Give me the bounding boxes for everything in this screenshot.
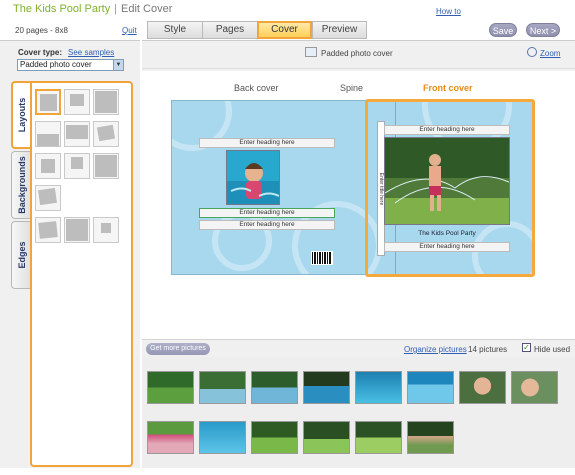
layout-thumb[interactable] (35, 121, 61, 147)
pictures-tray-header: Get more pictures Organize pictures 14 p… (142, 339, 575, 357)
picture-thumb[interactable] (147, 421, 194, 454)
picture-thumb[interactable] (251, 421, 298, 454)
picture-count: 14 pictures (468, 345, 508, 354)
layout-thumb[interactable] (35, 185, 61, 211)
picture-thumb[interactable] (407, 371, 454, 404)
layout-thumb[interactable] (35, 89, 61, 115)
left-panel: Cover type: See samples Padded photo cov… (0, 40, 140, 475)
tab-style[interactable]: Style (147, 21, 202, 39)
picture-thumb[interactable] (511, 371, 558, 404)
swimmer-photo-icon (227, 151, 279, 204)
picture-thumb[interactable] (407, 421, 454, 454)
layout-thumb[interactable] (93, 217, 119, 243)
cover-type-value: Padded photo cover (20, 60, 92, 69)
back-heading-2[interactable]: Enter heading here (199, 208, 335, 218)
back-heading-1[interactable]: Enter heading here (199, 138, 335, 148)
vtab-layouts-label: Layouts (17, 97, 27, 133)
zoom-icon[interactable] (527, 47, 537, 57)
picture-thumb[interactable] (355, 421, 402, 454)
picture-thumb[interactable] (303, 371, 350, 404)
picture-thumb[interactable] (199, 421, 246, 454)
tab-cover[interactable]: Cover (257, 21, 312, 39)
layout-thumb[interactable] (93, 121, 119, 147)
project-title: The Kids Pool Party (13, 3, 111, 15)
picture-thumb[interactable] (147, 371, 194, 404)
vtab-edges[interactable]: Edges (11, 221, 31, 289)
layout-thumb[interactable] (35, 153, 61, 179)
barcode-icon (311, 251, 333, 265)
layout-thumb[interactable] (93, 89, 119, 115)
title-bar: The Kids Pool Party | Edit Cover How to (0, 0, 575, 20)
vtab-edges-label: Edges (16, 241, 27, 269)
cover-type-icon (305, 47, 317, 57)
see-samples-link[interactable]: See samples (68, 48, 114, 57)
hide-used-checkbox[interactable]: ✓ (522, 343, 531, 352)
main-tabs: Style Pages Cover Preview (147, 21, 367, 39)
vtab-layouts[interactable]: Layouts (11, 81, 31, 149)
layout-thumb[interactable] (64, 153, 90, 179)
hide-used-label: Hide used (534, 345, 571, 354)
picture-thumb[interactable] (459, 371, 506, 404)
layout-panel (30, 81, 133, 467)
vtab-backgrounds-label: Backgrounds (16, 156, 27, 214)
organize-pictures-link[interactable]: Organize pictures (404, 345, 467, 354)
title-separator: | (114, 3, 117, 15)
tab-pages[interactable]: Pages (202, 21, 257, 39)
nav-row: 20 pages - 8x8 Quit Style Pages Cover Pr… (0, 21, 575, 39)
cover-toolbar: Padded photo cover Zoom (142, 41, 575, 69)
tab-preview[interactable]: Preview (312, 21, 367, 39)
layout-thumb[interactable] (64, 89, 90, 115)
chevron-down-icon[interactable]: ▼ (113, 60, 123, 70)
next-button[interactable]: Next > (526, 23, 560, 37)
zoom-link[interactable]: Zoom (540, 49, 560, 58)
layout-thumb[interactable] (64, 121, 90, 147)
get-more-pictures-button[interactable]: Get more pictures (146, 343, 210, 355)
main-area: Padded photo cover Zoom Back cover Spine… (142, 40, 575, 475)
quit-link[interactable]: Quit (122, 26, 137, 35)
page-title: Edit Cover (121, 3, 173, 15)
cover-type-label: Cover type: (18, 48, 63, 57)
back-cover-label: Back cover (234, 83, 279, 93)
spine-label: Spine (340, 83, 364, 93)
cover-canvas: Back cover Spine Front cover Enter title… (142, 71, 575, 339)
layout-thumb[interactable] (35, 217, 61, 243)
picture-thumb[interactable] (303, 421, 350, 454)
picture-thumb[interactable] (251, 371, 298, 404)
front-cover-label: Front cover (423, 83, 473, 93)
pages-info: 20 pages - 8x8 (15, 26, 68, 35)
front-cover-highlight (365, 99, 535, 277)
layout-thumb[interactable] (93, 153, 119, 179)
status-bar (0, 468, 575, 475)
picture-thumb[interactable] (199, 371, 246, 404)
picture-thumb[interactable] (355, 371, 402, 404)
cover-type-select[interactable]: Padded photo cover ▼ (17, 59, 124, 71)
layout-thumb[interactable] (64, 217, 90, 243)
how-to-link[interactable]: How to (436, 7, 461, 16)
back-cover-photo[interactable] (226, 150, 280, 205)
cover-type-caption: Padded photo cover (321, 49, 393, 58)
back-heading-3[interactable]: Enter heading here (199, 220, 335, 230)
save-button[interactable]: Save (489, 23, 517, 37)
pictures-tray (142, 357, 575, 475)
vtab-backgrounds[interactable]: Backgrounds (11, 151, 31, 219)
